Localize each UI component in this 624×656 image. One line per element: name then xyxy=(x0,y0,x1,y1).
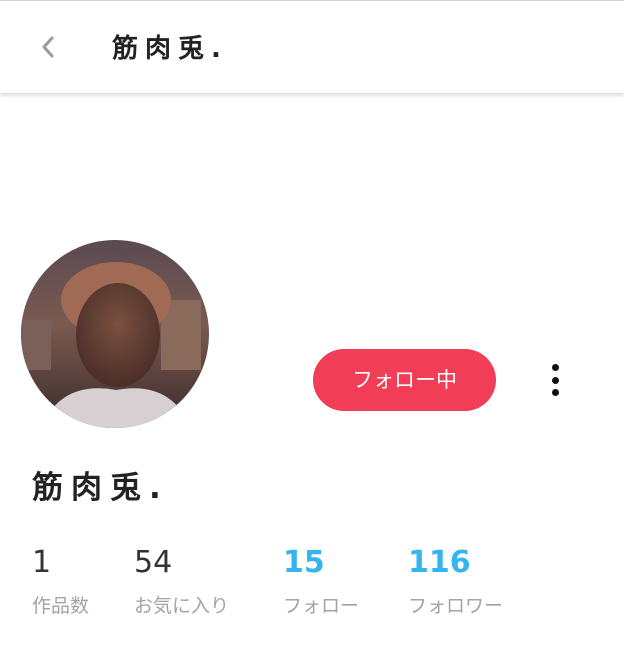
stat-following-label: フォロー xyxy=(283,595,360,617)
vertical-ellipsis-icon xyxy=(551,364,559,371)
stat-following-value: 15 xyxy=(283,545,325,580)
ellipsis-dot xyxy=(551,389,559,396)
stat-works-value: 1 xyxy=(32,545,52,580)
stat-works-label: 作品数 xyxy=(32,595,90,617)
stat-favorites-label: お気に入り xyxy=(134,595,230,617)
more-options-button[interactable] xyxy=(538,360,572,400)
stat-favorites-value: 54 xyxy=(134,545,173,580)
stat-followers-value: 116 xyxy=(408,545,471,580)
header-title: 筋肉兎. xyxy=(112,34,228,64)
stat-following[interactable]: 15 フォロー xyxy=(283,543,359,619)
stat-favorites[interactable]: 54 お気に入り xyxy=(134,543,229,619)
stat-followers-label: フォロワー xyxy=(408,595,504,617)
avatar[interactable] xyxy=(21,240,209,428)
chevron-left-icon xyxy=(42,36,54,58)
stat-works[interactable]: 1 作品数 xyxy=(32,543,89,619)
ellipsis-dot xyxy=(551,376,559,384)
stat-followers[interactable]: 116 フォロワー xyxy=(408,543,503,619)
following-button[interactable]: フォロー中 xyxy=(313,349,496,411)
app-header: 筋肉兎. xyxy=(0,1,624,94)
back-button[interactable] xyxy=(30,29,66,65)
avatar-photo xyxy=(21,240,209,428)
profile-name: 筋肉兎. xyxy=(32,470,169,506)
